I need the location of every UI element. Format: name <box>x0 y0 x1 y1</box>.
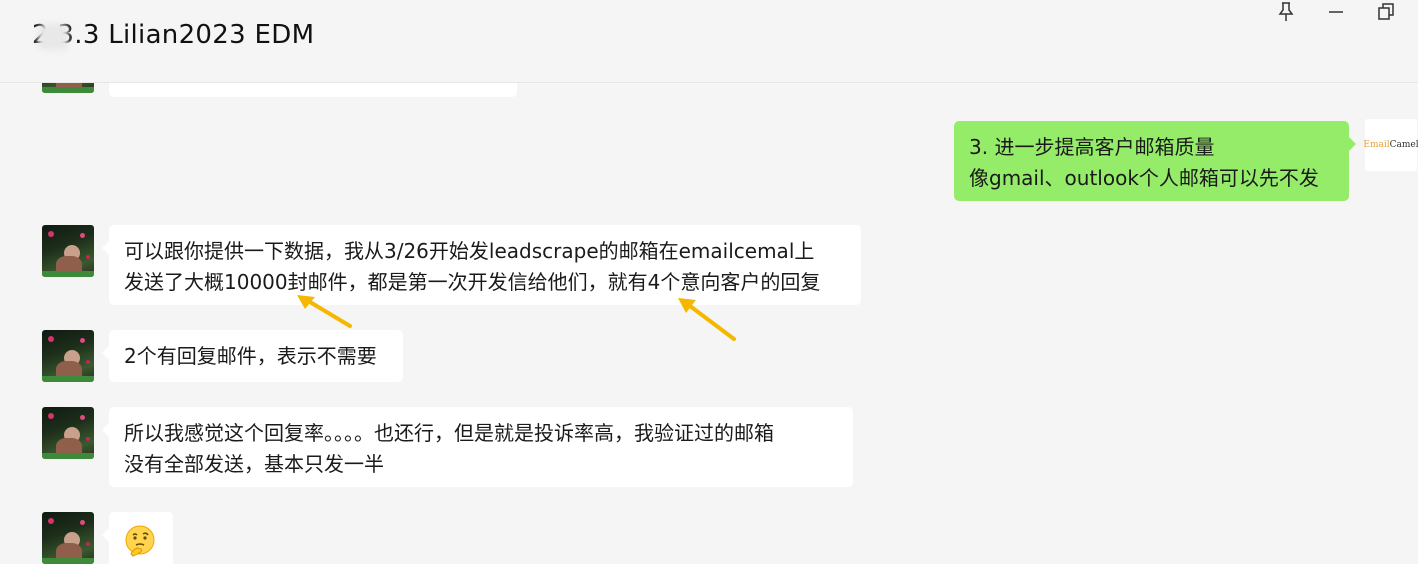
pin-icon[interactable] <box>1269 0 1303 24</box>
restore-icon[interactable] <box>1369 0 1403 24</box>
contact-avatar[interactable] <box>42 330 94 382</box>
contact-avatar[interactable] <box>42 225 94 277</box>
message-line: 所以我感觉这个回复率。。。。也还行，但是就是投诉率高，我验证过的邮箱 <box>124 421 774 445</box>
contact-avatar[interactable] <box>42 83 94 93</box>
annotation-arrow-icon <box>678 298 736 341</box>
redacted-title-region <box>38 24 68 50</box>
avatar-logo-text-part1: Email <box>1363 140 1390 150</box>
message-bubble-partial[interactable] <box>109 83 517 97</box>
chat-window: 2 3.3 Lilian2023 EDM 3. 进一步提高客户邮箱质量 像gma… <box>0 0 1418 564</box>
message-bubble-incoming[interactable]: 2个有回复邮件，表示不需要 <box>102 330 403 382</box>
annotation-arrow-icon <box>297 295 352 328</box>
message-bubble-incoming[interactable]: 所以我感觉这个回复率。。。。也还行，但是就是投诉率高，我验证过的邮箱 没有全部发… <box>102 407 853 487</box>
title-bar: 2 3.3 Lilian2023 EDM <box>0 0 1418 83</box>
avatar-logo-text-part2: Camel <box>1389 140 1418 150</box>
self-avatar[interactable]: Email Camel <box>1363 119 1418 171</box>
contact-avatar[interactable] <box>42 407 94 459</box>
message-line: 可以跟你提供一下数据，我从3/26开始发leadscrape的邮箱在emailc… <box>124 239 815 263</box>
chat-title: 2 3.3 Lilian2023 EDM <box>32 20 315 50</box>
thinking-face-icon <box>125 525 155 557</box>
message-bubble-incoming[interactable] <box>102 512 173 564</box>
message-line: 像gmail、outlook个人邮箱可以先不发 <box>969 166 1319 190</box>
contact-avatar[interactable] <box>42 512 94 564</box>
message-line: 3. 进一步提高客户邮箱质量 <box>969 135 1215 159</box>
message-line: 没有全部发送，基本只发一半 <box>124 452 384 476</box>
message-list[interactable]: 3. 进一步提高客户邮箱质量 像gmail、outlook个人邮箱可以先不发 E… <box>0 83 1418 564</box>
message-bubble-outgoing[interactable]: 3. 进一步提高客户邮箱质量 像gmail、outlook个人邮箱可以先不发 <box>954 121 1356 201</box>
message-line: 2个有回复邮件，表示不需要 <box>124 344 377 368</box>
minimize-icon[interactable] <box>1319 0 1353 24</box>
message-line: 发送了大概10000封邮件，都是第一次开发信给他们，就有4个意向客户的回复 <box>124 270 821 294</box>
message-bubble-incoming[interactable]: 可以跟你提供一下数据，我从3/26开始发leadscrape的邮箱在emailc… <box>102 225 861 305</box>
